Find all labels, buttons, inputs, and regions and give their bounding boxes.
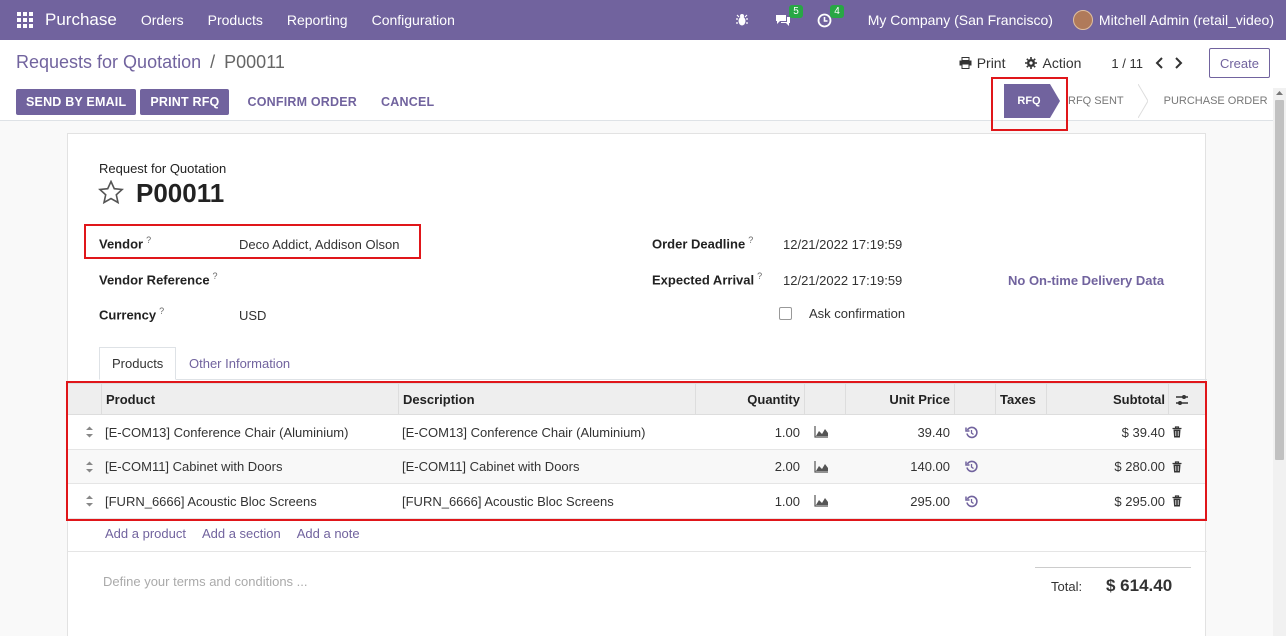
tab-other-information[interactable]: Other Information xyxy=(177,347,302,380)
menu-reporting[interactable]: Reporting xyxy=(287,12,348,28)
status-rfq-sent[interactable]: RFQ SENT xyxy=(1068,84,1138,118)
breadcrumb-separator: / xyxy=(210,52,216,72)
on-time-delivery-link[interactable]: No On-time Delivery Data xyxy=(1008,273,1164,288)
print-icon xyxy=(959,57,972,69)
star-favorite-icon[interactable] xyxy=(98,180,124,205)
pager-previous-icon[interactable] xyxy=(1155,57,1164,69)
pager-value[interactable]: 1 / 11 xyxy=(1111,56,1143,71)
user-menu[interactable]: Mitchell Admin (retail_video) xyxy=(1099,12,1274,28)
highlight-table-box xyxy=(66,381,1207,521)
company-switcher[interactable]: My Company (San Francisco) xyxy=(868,12,1053,28)
vendor-reference-label: Vendor Reference? xyxy=(99,271,218,288)
add-line-links: Add a product Add a section Add a note xyxy=(105,526,360,541)
messages-icon[interactable]: 5 xyxy=(775,5,803,27)
print-button[interactable]: Print xyxy=(959,55,1006,71)
add-section-link[interactable]: Add a section xyxy=(202,526,281,541)
add-note-link[interactable]: Add a note xyxy=(297,526,360,541)
print-label: Print xyxy=(976,55,1006,71)
expected-arrival-field[interactable]: 12/21/2022 17:19:59 xyxy=(783,273,902,288)
debug-bug-icon[interactable] xyxy=(735,13,749,27)
terms-input[interactable]: Define your terms and conditions ... xyxy=(103,574,308,589)
send-by-email-button[interactable]: SEND BY EMAIL xyxy=(16,89,137,115)
print-rfq-button[interactable]: PRINT RFQ xyxy=(140,89,230,115)
scroll-up-icon[interactable] xyxy=(1273,88,1286,98)
activities-badge: 4 xyxy=(830,4,844,18)
currency-field[interactable]: USD xyxy=(239,308,266,323)
page-scrollbar[interactable] xyxy=(1273,88,1286,636)
order-deadline-field[interactable]: 12/21/2022 17:19:59 xyxy=(783,237,902,252)
confirm-order-button[interactable]: CONFIRM ORDER xyxy=(237,89,367,115)
tab-products[interactable]: Products xyxy=(99,347,177,380)
control-panel: Requests for Quotation / P00011 Print Ac… xyxy=(0,40,1286,121)
record-name: P00011 xyxy=(136,178,225,208)
expected-arrival-label: Expected Arrival? xyxy=(652,271,763,288)
action-button[interactable]: Action xyxy=(1025,55,1081,71)
notebook-tabs: Products Other Information xyxy=(99,347,1207,380)
breadcrumb: Requests for Quotation / P00011 xyxy=(16,52,285,73)
status-divider-icon xyxy=(1137,84,1148,118)
messages-badge: 5 xyxy=(789,5,803,18)
app-brand[interactable]: Purchase xyxy=(45,10,117,30)
form-subtitle: Request for Quotation xyxy=(99,161,227,176)
order-deadline-label: Order Deadline? xyxy=(652,235,754,252)
menu-orders[interactable]: Orders xyxy=(141,12,184,28)
highlight-vendor-box xyxy=(84,224,421,259)
ask-confirmation-checkbox[interactable] xyxy=(779,307,792,320)
add-product-link[interactable]: Add a product xyxy=(105,526,186,541)
total-amount: $ 614.40 xyxy=(1106,576,1173,595)
create-button[interactable]: Create xyxy=(1208,48,1270,78)
action-label: Action xyxy=(1042,55,1082,71)
pager-next-icon[interactable] xyxy=(1174,57,1183,69)
menu-configuration[interactable]: Configuration xyxy=(372,12,455,28)
menu-products[interactable]: Products xyxy=(208,12,263,28)
ask-confirmation-label: Ask confirmation xyxy=(809,306,906,321)
user-avatar[interactable] xyxy=(1072,10,1093,30)
gear-icon xyxy=(1025,57,1038,69)
status-purchase-order[interactable]: PURCHASE ORDER xyxy=(1148,84,1268,118)
top-navbar: Purchase Orders Products Reporting Confi… xyxy=(0,0,1286,40)
scrollbar-thumb[interactable] xyxy=(1275,100,1284,460)
divider xyxy=(68,551,1207,552)
breadcrumb-current: P00011 xyxy=(224,52,285,72)
breadcrumb-parent[interactable]: Requests for Quotation xyxy=(16,52,201,72)
total-divider xyxy=(1035,567,1191,568)
currency-label: Currency? xyxy=(99,306,165,323)
cancel-button[interactable]: CANCEL xyxy=(371,89,444,115)
total-label: Total: xyxy=(1051,579,1083,594)
apps-menu-icon[interactable] xyxy=(17,12,33,28)
highlight-status-box xyxy=(991,77,1068,131)
activities-clock-icon[interactable]: 4 xyxy=(817,4,844,28)
